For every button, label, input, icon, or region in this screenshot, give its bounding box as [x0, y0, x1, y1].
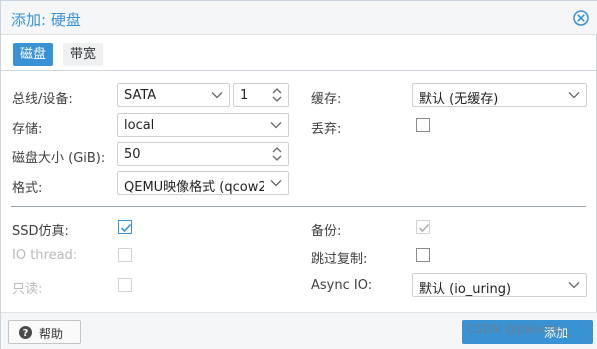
chevron-down-icon: [211, 92, 223, 99]
discard-label: 丢弃:: [311, 122, 342, 137]
read-only-checkbox: [118, 278, 132, 292]
spinner-arrows-icon[interactable]: [271, 145, 283, 163]
discard-checkbox[interactable]: [416, 118, 430, 132]
disk-size-value: 50: [124, 147, 141, 162]
checkmark-icon: [418, 223, 430, 233]
tab-disk[interactable]: 磁盘: [13, 43, 54, 66]
question-circle-icon: ?: [19, 326, 32, 339]
storage-label: 存储:: [12, 122, 43, 137]
chevron-down-icon: [270, 180, 282, 187]
section-divider: [11, 206, 586, 207]
read-only-label: 只读:: [12, 282, 43, 297]
skip-replication-label: 跳过复制:: [311, 252, 368, 267]
storage-select[interactable]: local: [117, 113, 289, 137]
bus-select[interactable]: SATA: [117, 83, 230, 107]
format-value: QEMU映像格式 (qcow2: [124, 180, 264, 195]
ssd-emulation-checkbox[interactable]: [118, 220, 132, 234]
spinner-arrows-icon[interactable]: [271, 86, 283, 104]
bus-device-label: 总线/设备:: [12, 92, 73, 107]
skip-replication-checkbox[interactable]: [416, 248, 430, 262]
dialog-title: 添加: 硬盘: [11, 11, 81, 29]
async-io-select[interactable]: 默认 (io_uring): [412, 273, 587, 297]
format-select[interactable]: QEMU映像格式 (qcow2: [117, 171, 289, 195]
tab-bandwidth[interactable]: 带宽: [63, 43, 104, 66]
backup-checkbox: [416, 220, 430, 234]
dialog-titlebar: 添加: 硬盘: [1, 1, 597, 35]
format-label: 格式:: [12, 181, 43, 196]
watermark-text: CSDN @pikachu_: [467, 322, 570, 336]
device-value: 1: [240, 88, 249, 103]
io-thread-checkbox: [118, 248, 132, 262]
cache-value: 默认 (无缓存): [419, 92, 499, 107]
chevron-down-icon: [568, 92, 580, 99]
cache-select[interactable]: 默认 (无缓存): [412, 83, 587, 107]
bus-value: SATA: [124, 88, 157, 103]
close-icon[interactable]: [573, 10, 589, 26]
add-harddisk-dialog: 添加: 硬盘 磁盘 带宽 总线/设备: SATA 1 存储: local 磁盘大…: [0, 0, 597, 349]
help-button[interactable]: ? 帮助: [8, 320, 81, 344]
async-io-label: Async IO:: [311, 278, 373, 293]
backup-label: 备份:: [311, 224, 342, 239]
svg-text:?: ?: [23, 328, 29, 339]
chevron-down-icon: [568, 282, 580, 289]
help-label: 帮助: [39, 327, 64, 341]
ssd-emulation-label: SSD仿真:: [12, 224, 69, 239]
disk-size-stepper[interactable]: 50: [117, 142, 289, 166]
io-thread-label: IO thread:: [12, 248, 78, 263]
device-number-stepper[interactable]: 1: [233, 83, 289, 107]
dialog-footer: ? 帮助 添加 CSDN @pikachu_: [1, 312, 597, 349]
chevron-down-icon: [270, 122, 282, 129]
async-io-value: 默认 (io_uring): [419, 282, 512, 297]
cache-label: 缓存:: [311, 92, 342, 107]
checkmark-icon: [120, 223, 132, 233]
disk-size-label: 磁盘大小 (GiB):: [12, 151, 106, 166]
storage-value: local: [124, 118, 155, 133]
tab-bar: 磁盘 带宽: [1, 35, 597, 71]
